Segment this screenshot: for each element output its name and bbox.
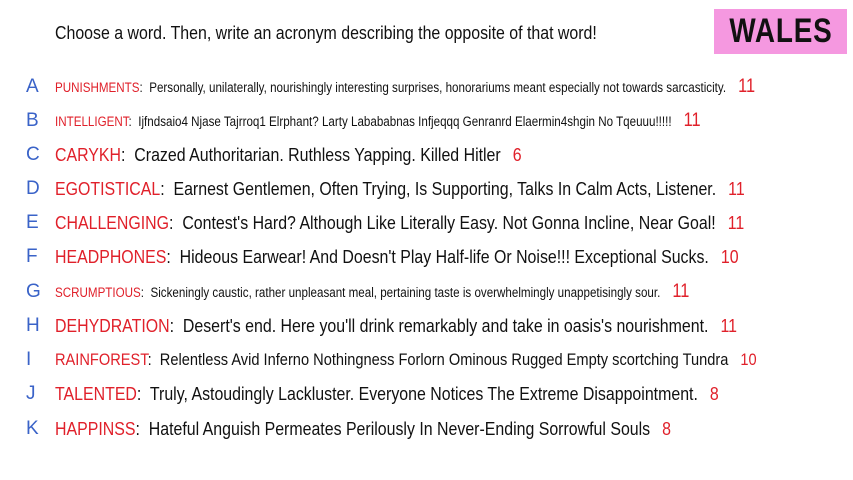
entry-row: K HAPPINSS: Hateful Anguish Permeates Pe… <box>0 416 853 442</box>
entry-letter: K <box>26 418 39 439</box>
entry-acronym: Hateful Anguish Permeates Perilously In … <box>148 418 651 439</box>
entry-word: CARYKH <box>55 144 122 165</box>
entry-word: CHALLENGING <box>55 212 170 233</box>
badge-label: WALES <box>728 12 833 50</box>
entry-score: 11 <box>738 76 756 97</box>
entry-word: RAINFOREST <box>55 350 148 369</box>
entry-acronym: Crazed Authoritarian. Ruthless Yapping. … <box>134 144 501 165</box>
entry-line: CHALLENGING: Contest's Hard? Although Li… <box>55 212 745 233</box>
entry-word: INTELLIGENT <box>55 114 129 129</box>
entry-score: 10 <box>720 246 739 267</box>
entry-word: TALENTED <box>55 383 137 404</box>
entry-acronym: Relentless Avid Inferno Nothingness Forl… <box>159 350 729 369</box>
entry-letter: D <box>26 178 40 199</box>
entry-score: 11 <box>672 281 690 302</box>
entry-letter: J <box>26 383 36 404</box>
entry-word: HEADPHONES <box>55 246 167 267</box>
entry-score: 11 <box>728 178 745 199</box>
entry-row: J TALENTED: Truly, Astoudingly Lackluste… <box>0 381 853 407</box>
entry-acronym: Desert's end. Here you'll drink remarkab… <box>182 315 709 336</box>
entry-score: 8 <box>709 383 719 404</box>
entry-line: EGOTISTICAL: Earnest Gentlemen, Often Tr… <box>55 178 745 199</box>
entry-word: PUNISHMENTS <box>55 80 140 95</box>
entry-letter: H <box>26 315 40 336</box>
entry-score: 10 <box>740 350 757 369</box>
entry-word: HAPPINSS <box>55 418 136 439</box>
entry-line: DEHYDRATION: Desert's end. Here you'll d… <box>55 315 738 336</box>
entry-line: HEADPHONES: Hideous Earwear! And Doesn't… <box>55 246 739 267</box>
entry-score: 11 <box>683 110 701 131</box>
entry-score: 11 <box>727 212 745 233</box>
entry-score: 11 <box>720 315 738 336</box>
entry-row: A PUNISHMENTS: Personally, unilaterally,… <box>0 74 853 100</box>
entry-acronym: Contest's Hard? Although Like Literally … <box>182 212 716 233</box>
entry-line: CARYKH: Crazed Authoritarian. Ruthless Y… <box>55 144 522 165</box>
entry-line: INTELLIGENT: Ijfndsaio4 Njase Tajrroq1 E… <box>55 110 701 131</box>
entry-word: DEHYDRATION <box>55 315 170 336</box>
entry-letter: F <box>26 246 38 267</box>
entry-letter: B <box>26 110 39 131</box>
entry-line: TALENTED: Truly, Astoudingly Lackluster.… <box>55 383 719 404</box>
entry-word: EGOTISTICAL <box>55 178 161 199</box>
entry-score: 8 <box>662 418 672 439</box>
entry-line: PUNISHMENTS: Personally, unilaterally, n… <box>55 76 756 97</box>
entry-acronym: Ijfndsaio4 Njase Tajrroq1 Elrphant? Lart… <box>138 114 672 129</box>
entry-row: B INTELLIGENT: Ijfndsaio4 Njase Tajrroq1… <box>0 108 853 134</box>
entry-letter: G <box>26 281 41 302</box>
entry-letter: E <box>26 212 39 233</box>
entry-word: SCRUMPTIOUS <box>55 285 141 300</box>
entry-letter: I <box>26 349 32 370</box>
entry-row: F HEADPHONES: Hideous Earwear! And Doesn… <box>0 244 853 270</box>
contestant-name-badge: WALES <box>714 9 847 54</box>
entry-acronym: Hideous Earwear! And Doesn't Play Half-l… <box>179 246 709 267</box>
entry-row: D EGOTISTICAL: Earnest Gentlemen, Often … <box>0 176 853 202</box>
entry-row: H DEHYDRATION: Desert's end. Here you'll… <box>0 313 853 339</box>
entry-row: G SCRUMPTIOUS: Sickeningly caustic, rath… <box>0 279 853 305</box>
entry-line: SCRUMPTIOUS: Sickeningly caustic, rather… <box>55 281 690 302</box>
entry-line: HAPPINSS: Hateful Anguish Permeates Peri… <box>55 418 672 439</box>
entry-row: C CARYKH: Crazed Authoritarian. Ruthless… <box>0 142 853 168</box>
entry-score: 6 <box>512 144 522 165</box>
entry-acronym: Truly, Astoudingly Lackluster. Everyone … <box>149 383 698 404</box>
entry-acronym: Personally, unilaterally, nourishingly i… <box>149 80 727 95</box>
entry-acronym: Sickeningly caustic, rather unpleasant m… <box>150 285 661 300</box>
entry-row: E CHALLENGING: Contest's Hard? Although … <box>0 210 853 236</box>
entry-letter: C <box>26 144 40 165</box>
entry-acronym: Earnest Gentlemen, Often Trying, Is Supp… <box>173 178 717 199</box>
entry-line: RAINFOREST: Relentless Avid Inferno Noth… <box>55 350 757 369</box>
entry-letter: A <box>26 76 39 97</box>
instruction-text: Choose a word. Then, write an acronym de… <box>55 22 597 43</box>
entry-row: I RAINFOREST: Relentless Avid Inferno No… <box>0 347 853 373</box>
